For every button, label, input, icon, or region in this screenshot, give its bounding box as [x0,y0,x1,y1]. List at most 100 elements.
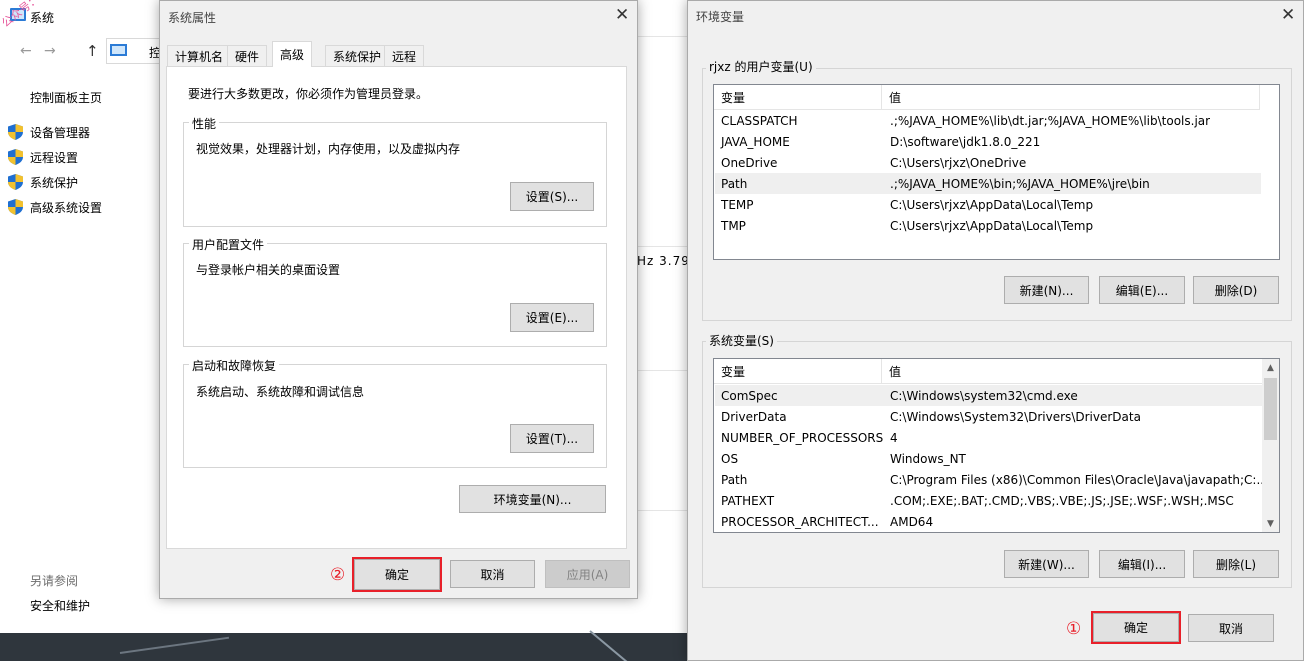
tab-system-protection[interactable]: 系统保护 [325,45,390,66]
security-maintenance-link[interactable]: 安全和维护 [30,597,90,614]
table-row[interactable]: TMP C:\Users\rjxz\AppData\Local\Temp [715,215,1093,236]
group-label: 系统变量(S) [706,332,777,349]
scroll-up-icon[interactable]: ▲ [1262,359,1279,376]
user-variables-list[interactable]: 变量 值 CLASSPATCH .;%JAVA_HOME%\lib\dt.jar;… [713,84,1280,260]
sidebar-item-remote-settings[interactable]: 远程设置 [8,147,78,167]
var-value: .;%JAVA_HOME%\lib\dt.jar;%JAVA_HOME%\lib… [890,113,1211,128]
var-value: 4 [890,430,898,445]
performance-settings-button[interactable]: 设置(S)... [510,182,594,211]
step-marker: ② [330,565,346,585]
ok-button[interactable]: 确定 [354,559,440,590]
system-variables-list[interactable]: 变量 值 ComSpec C:\Windows\system32\cmd.exe … [713,358,1280,533]
group-description: 视觉效果，处理器计划，内存使用，以及虚拟内存 [196,142,461,156]
var-value: C:\Users\rjxz\AppData\Local\Temp [890,218,1094,233]
system-window-title: 系统 [30,11,55,25]
table-row[interactable]: JAVA_HOME D:\software\jdk1.8.0_221 [715,131,1040,152]
divider [637,36,688,37]
tab-advanced[interactable]: 高级 [272,41,313,67]
profile-settings-button[interactable]: 设置(E)... [510,303,594,332]
sidebar-item-label: 远程设置 [30,150,79,165]
divider [637,370,688,371]
table-row[interactable]: CLASSPATCH .;%JAVA_HOME%\lib\dt.jar;%JAVA… [715,110,1210,131]
table-row[interactable]: DriverData C:\Windows\System32\Drivers\Dr… [715,406,1141,427]
group-label: 用户配置文件 [189,236,268,253]
table-row[interactable]: PATHEXT .COM;.EXE;.BAT;.CMD;.VBS;.VBE;.JS… [715,490,1234,511]
see-also-heading: 另请参阅 [30,574,79,588]
user-new-button[interactable]: 新建(N)... [1004,276,1089,304]
tab-hardware[interactable]: 硬件 [227,45,268,66]
var-name: NUMBER_OF_PROCESSORS [721,430,883,445]
forward-arrow-icon[interactable]: → [44,43,56,59]
var-name: ComSpec [721,388,778,403]
sidebar-item-system-protection[interactable]: 系统保护 [8,172,78,192]
table-row[interactable]: OneDrive C:\Users\rjxz\OneDrive [715,152,1026,173]
shield-icon [8,199,23,215]
table-row[interactable]: Path .;%JAVA_HOME%\bin;%JAVA_HOME%\jre\bi… [715,173,1261,194]
scroll-down-icon[interactable]: ▼ [1262,515,1279,532]
table-row[interactable]: OS Windows_NT [715,448,966,469]
desktop-background [0,633,688,661]
sidebar-item-label: 高级系统设置 [30,200,103,215]
list-header: 变量 值 [714,85,1260,110]
sidebar-item-advanced-settings[interactable]: 高级系统设置 [8,197,102,217]
column-header-variable[interactable]: 变量 [714,359,882,384]
var-value: .COM;.EXE;.BAT;.CMD;.VBS;.VBE;.JS;.JSE;.… [890,493,1234,508]
shield-icon [8,174,23,190]
column-header-value[interactable]: 值 [882,359,1263,384]
tab-computer-name[interactable]: 计算机名 [167,45,232,66]
system-edit-button[interactable]: 编辑(I)... [1099,550,1185,578]
group-label: 性能 [189,115,220,132]
dialog-title: 环境变量 [696,10,745,24]
table-row[interactable]: ComSpec C:\Windows\system32\cmd.exe [715,385,1262,406]
var-value: D:\software\jdk1.8.0_221 [890,134,1041,149]
var-name: PATHEXT [721,493,775,508]
environment-variables-button[interactable]: 环境变量(N)... [459,485,606,513]
system-delete-button[interactable]: 删除(L) [1193,550,1279,578]
close-icon[interactable]: ✕ [615,7,629,24]
var-name: PROCESSOR_ARCHITECT... [721,514,879,529]
startup-settings-button[interactable]: 设置(T)... [510,424,594,453]
var-name: TEMP [721,197,754,212]
table-row[interactable]: NUMBER_OF_PROCESSORS 4 [715,427,898,448]
back-arrow-icon[interactable]: ← [20,43,32,59]
var-value: C:\Program Files (x86)\Common Files\Orac… [890,472,1268,487]
var-name: CLASSPATCH [721,113,798,128]
tab-remote[interactable]: 远程 [384,45,425,66]
column-header-value[interactable]: 值 [882,85,1260,110]
sidebar-item-label: 设备管理器 [30,125,91,140]
admin-note: 要进行大多数更改，你必须作为管理员登录。 [188,87,429,101]
shield-icon [8,124,23,140]
var-name: OneDrive [721,155,778,170]
cancel-button[interactable]: 取消 [1188,614,1274,642]
var-value: C:\Users\rjxz\OneDrive [890,155,1027,170]
group-description: 与登录帐户相关的桌面设置 [196,263,341,277]
group-label: rjxz 的用户变量(U) [706,58,816,75]
cancel-button[interactable]: 取消 [450,560,535,588]
control-panel-home-link[interactable]: 控制面板主页 [30,89,102,106]
var-value: .;%JAVA_HOME%\bin;%JAVA_HOME%\jre\bin [890,176,1150,191]
table-row[interactable]: TEMP C:\Users\rjxz\AppData\Local\Temp [715,194,1093,215]
apply-button[interactable]: 应用(A) [545,560,630,588]
group-description: 系统启动、系统故障和调试信息 [196,385,365,399]
var-value: C:\Windows\System32\Drivers\DriverData [890,409,1141,424]
sidebar-item-device-manager[interactable]: 设备管理器 [8,122,90,142]
column-header-variable[interactable]: 变量 [714,85,882,110]
shield-icon [8,149,23,165]
var-value: AMD64 [890,514,934,529]
table-row[interactable]: Path C:\Program Files (x86)\Common Files\… [715,469,1268,490]
ok-button[interactable]: 确定 [1093,613,1179,642]
up-arrow-icon[interactable]: ↑ [86,42,99,60]
dialog-title: 系统属性 [168,11,217,25]
sidebar-item-label: 系统保护 [30,175,79,190]
system-new-button[interactable]: 新建(W)... [1004,550,1089,578]
close-icon[interactable]: ✕ [1281,7,1295,24]
divider [637,246,688,247]
vertical-scrollbar[interactable]: ▲ ▼ [1262,359,1279,532]
divider [637,510,688,511]
scrollbar-thumb[interactable] [1264,378,1277,440]
var-name: DriverData [721,409,787,424]
user-delete-button[interactable]: 删除(D) [1193,276,1279,304]
user-edit-button[interactable]: 编辑(E)... [1099,276,1185,304]
table-row[interactable]: PROCESSOR_ARCHITECT... AMD64 [715,511,933,532]
var-name: TMP [721,218,746,233]
